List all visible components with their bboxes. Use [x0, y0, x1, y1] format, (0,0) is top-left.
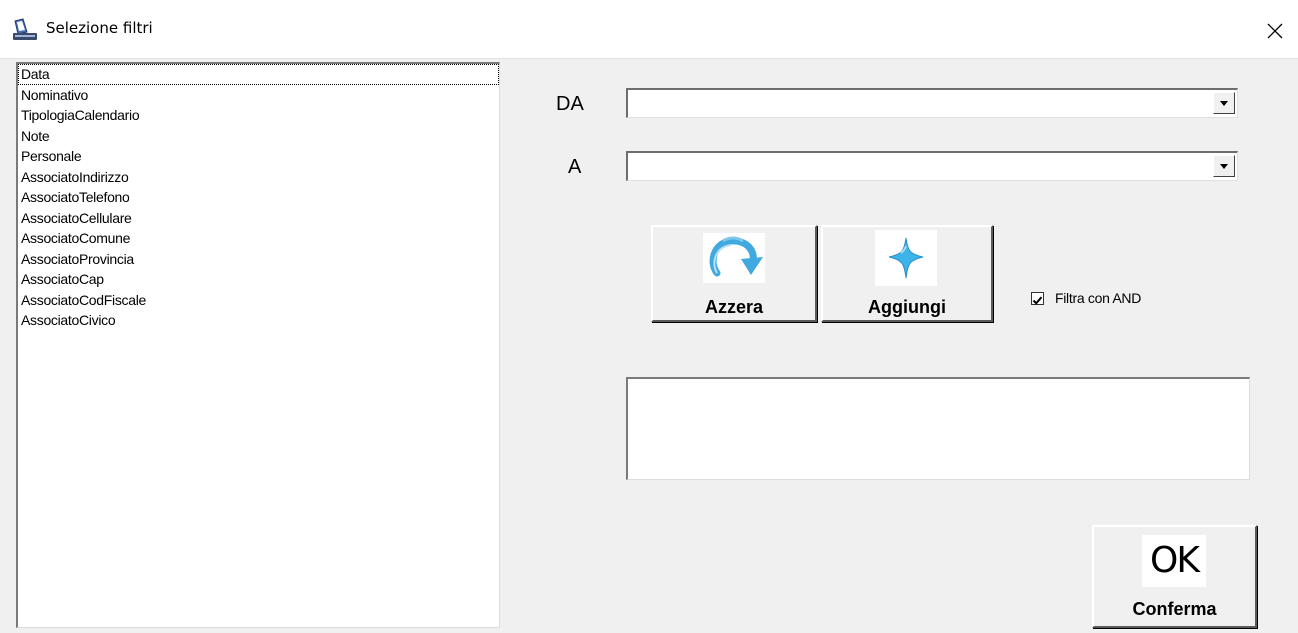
- list-item[interactable]: AssociatoCivico: [18, 310, 499, 331]
- chevron-down-icon[interactable]: [1213, 155, 1235, 177]
- confirm-button[interactable]: OK Conferma: [1092, 525, 1257, 628]
- confirm-button-label: Conferma: [1132, 599, 1217, 619]
- chevron-down-icon[interactable]: [1213, 92, 1235, 114]
- from-label: DA: [556, 93, 584, 115]
- list-item[interactable]: AssociatoComune: [18, 228, 499, 249]
- checkmark-icon: [1032, 296, 1043, 305]
- list-item[interactable]: AssociatoIndirizzo: [18, 167, 499, 188]
- ok-icon-text: OK: [1150, 540, 1200, 581]
- list-item[interactable]: AssociatoCodFiscale: [18, 290, 499, 311]
- list-item[interactable]: Nominativo: [18, 85, 499, 106]
- fields-listbox[interactable]: Data Nominativo TipologiaCalendario Note Per…: [16, 62, 500, 628]
- to-label: A: [568, 156, 582, 178]
- window-title: Selezione filtri: [46, 19, 153, 37]
- from-combobox[interactable]: [626, 88, 1238, 118]
- list-item[interactable]: Data: [18, 64, 499, 85]
- close-icon[interactable]: [1258, 14, 1290, 46]
- filter-text-area[interactable]: [626, 377, 1250, 480]
- title-bar: Selezione filtri: [0, 0, 1298, 59]
- list-item[interactable]: TipologiaCalendario: [18, 105, 499, 126]
- app-scanner-icon: [12, 18, 38, 42]
- list-item[interactable]: AssociatoProvincia: [18, 249, 499, 270]
- reset-button[interactable]: Azzera: [651, 225, 817, 322]
- reset-button-label: Azzera: [704, 297, 764, 317]
- list-item[interactable]: AssociatoCap: [18, 269, 499, 290]
- add-button-label: Aggiungi: [868, 297, 946, 317]
- list-item[interactable]: AssociatoTelefono: [18, 187, 499, 208]
- ok-icon: OK: [1142, 535, 1206, 587]
- list-item[interactable]: Personale: [18, 146, 499, 167]
- list-item[interactable]: AssociatoCellulare: [18, 208, 499, 229]
- filter-and-label[interactable]: Filtra con AND: [1055, 290, 1141, 306]
- to-combobox[interactable]: [626, 151, 1238, 181]
- list-item[interactable]: Note: [18, 126, 499, 147]
- plus-star-icon: [875, 230, 937, 291]
- refresh-arrow-icon: [703, 233, 765, 288]
- filter-and-checkbox[interactable]: [1031, 292, 1044, 305]
- add-button[interactable]: Aggiungi: [821, 225, 993, 322]
